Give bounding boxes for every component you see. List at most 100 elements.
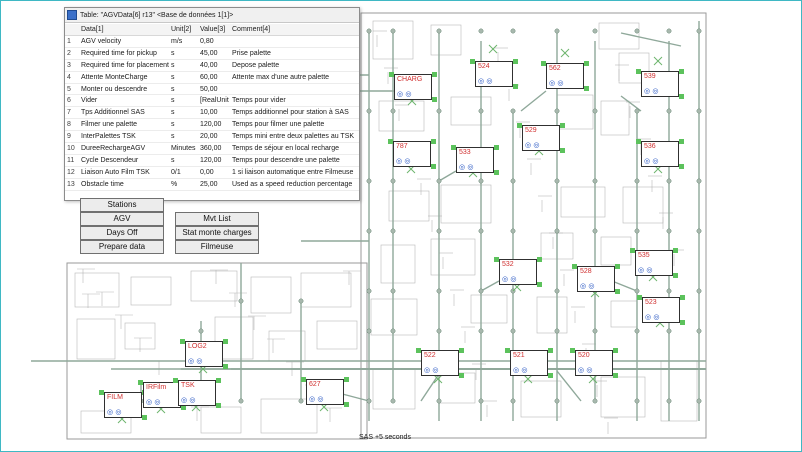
table-row[interactable]: 6 Vider s [RealUnit Temps pour vider [65, 94, 359, 108]
track-node [510, 328, 516, 334]
track-node [554, 398, 560, 404]
cell-unit: s [169, 47, 198, 60]
cell-value[interactable]: 25,00 [198, 178, 230, 191]
cell-value[interactable]: 120,00 [198, 154, 230, 167]
agv-button[interactable]: AGV [80, 212, 164, 226]
days-off-button[interactable]: Days Off [80, 226, 164, 240]
station-connector-icon [344, 402, 349, 407]
table-row[interactable]: 9 InterPalettes TSK s 20,00 Temps mini entre… [65, 130, 359, 144]
table-row[interactable]: 8 Filmer une palette s 120,00 Temps pour fil… [65, 118, 359, 132]
cell-data: Obstacle time [79, 178, 169, 191]
track-node [634, 328, 640, 334]
station-label: 529 [525, 127, 537, 134]
station-status-icon: ◎ ◎ [424, 366, 439, 374]
station-connector-icon [451, 145, 456, 150]
station-connector-icon [216, 378, 221, 383]
cell-value[interactable]: 120,00 [198, 118, 230, 132]
prepare-data-button[interactable]: Prepare data [80, 240, 164, 254]
col-header-data[interactable]: Data[1] [79, 24, 169, 36]
table-row[interactable]: 13 Obstacle time% 25,00 Used as a speed red… [65, 178, 359, 191]
station-connector-icon [470, 59, 475, 64]
station-tsk[interactable]: TSK ◎ ◎ [173, 378, 221, 408]
track-node [696, 328, 702, 334]
col-header-comment[interactable]: Comment[4] [230, 24, 359, 36]
station-535[interactable]: 535 ◎ ◎ [630, 248, 678, 278]
cell-value[interactable]: 60,00 [198, 71, 230, 84]
station-539[interactable]: 539 ◎ ◎ [636, 69, 684, 99]
cell-value[interactable]: 360,00 [198, 142, 230, 155]
station-520[interactable]: 520 ◎ ◎ [570, 348, 618, 378]
stat-monte-charges-button[interactable]: Stat monte charges [175, 226, 259, 240]
track-node [366, 108, 372, 114]
table-row[interactable]: 7 Tps Additionnel SAS s 10,00 Temps addition… [65, 106, 359, 120]
station-connector-icon [459, 348, 464, 353]
station-536[interactable]: 536 ◎ ◎ [636, 139, 684, 169]
track-segment [438, 170, 457, 182]
station-529[interactable]: 529 ◎ ◎ [517, 123, 565, 153]
track-node [554, 28, 560, 34]
station-533[interactable]: 533 ◎ ◎ [451, 145, 499, 175]
col-header-value[interactable]: Value[3] [198, 24, 230, 36]
mvt-list-button[interactable]: Mvt List [175, 212, 259, 226]
station-532[interactable]: 532 ◎ ◎ [494, 257, 542, 287]
cell-unit: s [169, 71, 198, 84]
window-titlebar[interactable]: Table: "AGVData[6] r13" <Base de données… [65, 8, 359, 23]
track-node [436, 328, 442, 334]
station-charg[interactable]: CHARG ◎ ◎ [389, 72, 437, 102]
station-connector-icon [679, 94, 684, 99]
track-node [478, 328, 484, 334]
station-521[interactable]: 521 ◎ ◎ [505, 348, 553, 378]
station-status-icon: ◎ ◎ [478, 77, 493, 85]
track-segment [620, 32, 682, 47]
cell-data: Attente MonteCharge [79, 71, 169, 84]
filmeuse-button[interactable]: Filmeuse [175, 240, 259, 254]
track-node [666, 288, 672, 294]
table-row[interactable]: 12 Liaison Auto Film TSK 0/1 0,00 1 si liais… [65, 166, 359, 179]
station-film[interactable]: FILM ◎ ◎ [99, 390, 147, 420]
station-528[interactable]: 528 ◎ ◎ [572, 264, 620, 294]
station-524[interactable]: 524 ◎ ◎ [470, 59, 518, 89]
cell-index: 9 [65, 130, 79, 144]
station-irfilm[interactable]: IRFilm ◎ ◎ [138, 380, 186, 410]
cell-value[interactable]: 50,00 [198, 83, 230, 96]
station-627[interactable]: 627 ◎ ◎ [301, 377, 349, 407]
col-header-unit[interactable]: Unit[2] [169, 24, 198, 36]
track-node [554, 288, 560, 294]
track-node [436, 178, 442, 184]
station-connector-icon [537, 282, 542, 287]
station-562[interactable]: 562 ◎ ◎ [541, 61, 589, 91]
cell-value[interactable]: 40,00 [198, 59, 230, 72]
table-row[interactable]: 3 Required time for placement s 40,00 Depose… [65, 59, 359, 72]
room-outline [470, 294, 508, 324]
table-window[interactable]: Table: "AGVData[6] r13" <Base de données… [64, 7, 360, 201]
station-label: 528 [580, 268, 592, 275]
cell-unit: m/s [169, 35, 198, 48]
cell-value[interactable]: 0,00 [198, 166, 230, 179]
room-outline [520, 380, 562, 418]
table-row[interactable]: 5 Monter ou descendre s 50,00 [65, 83, 359, 96]
cell-value[interactable]: [RealUnit [198, 94, 230, 108]
cell-index: 10 [65, 142, 79, 155]
track-node [592, 28, 598, 34]
cell-comment: Temps mini entre deux palettes au TSK [230, 130, 359, 144]
station-log2[interactable]: LOG2 ◎ ◎ [180, 339, 228, 369]
track-node [390, 398, 396, 404]
table-row[interactable]: 10 DureeRechargeAGV Minutes 360,00 Temps de … [65, 142, 359, 155]
table-row[interactable]: 1 AGV velocity m/s 0,80 [65, 35, 359, 48]
simulation-frame: CHARG ◎ ◎ 524 ◎ ◎ 562 ◎ ◎ 539 ◎ ◎ 787 ◎ ◎ 533 ◎ ◎ 52… [0, 0, 802, 452]
cell-data: Tps Additionnel SAS [79, 106, 169, 120]
cell-value[interactable]: 20,00 [198, 130, 230, 144]
station-787[interactable]: 787 ◎ ◎ [388, 139, 436, 169]
table-row[interactable]: 11 Cycle Descendeur s 120,00 Temps pour desc… [65, 154, 359, 167]
room-outline [200, 406, 242, 434]
table-row[interactable]: 2 Required time for pickup s 45,00 Prise pal… [65, 47, 359, 60]
station-522[interactable]: 522 ◎ ◎ [416, 348, 464, 378]
cell-unit: s [169, 94, 198, 108]
cell-value[interactable]: 45,00 [198, 47, 230, 60]
cell-value[interactable]: 0,80 [198, 35, 230, 48]
stations-button[interactable]: Stations [80, 198, 164, 212]
table-row[interactable]: 4 Attente MonteCharge s 60,00 Attente max d'… [65, 71, 359, 84]
station-connector-icon [636, 139, 641, 144]
cell-value[interactable]: 10,00 [198, 106, 230, 120]
station-523[interactable]: 523 ◎ ◎ [637, 295, 685, 325]
